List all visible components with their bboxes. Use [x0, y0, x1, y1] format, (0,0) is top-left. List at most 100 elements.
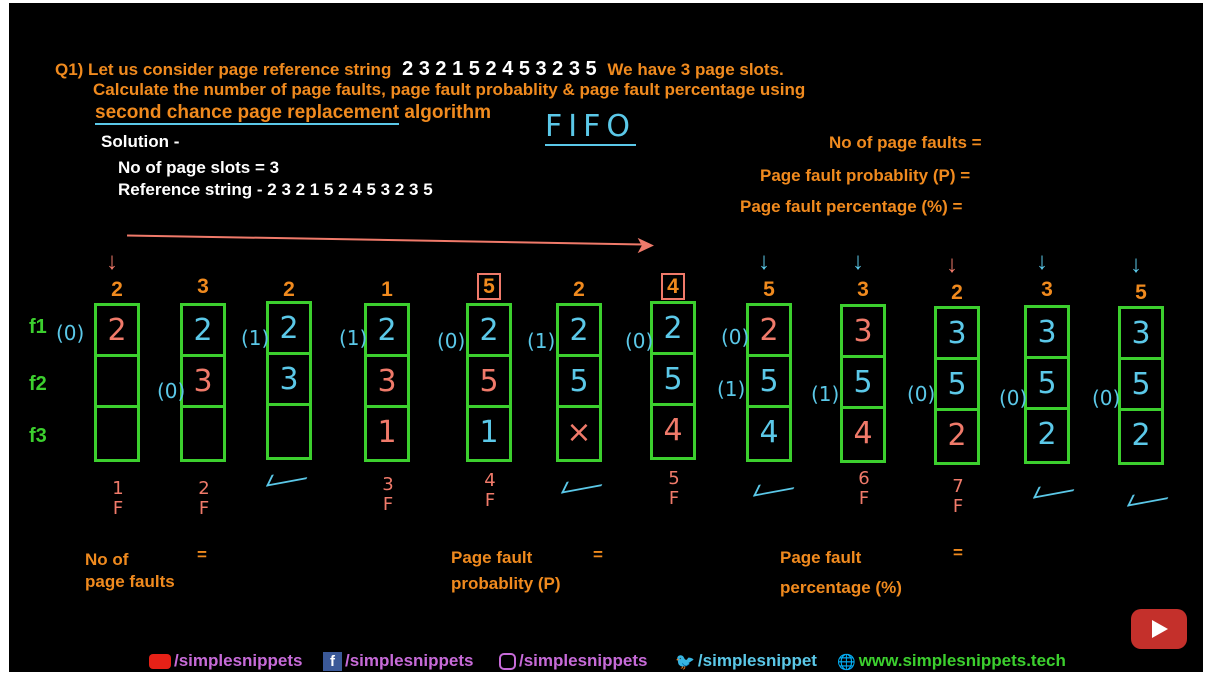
reference-value: 2 — [111, 278, 123, 301]
frame-cell: 3 — [183, 357, 223, 408]
frame-value: 5 — [759, 364, 779, 399]
direction-arrow-line — [127, 234, 647, 246]
frame-cell: 2 — [183, 306, 223, 357]
social-youtube[interactable]: /simplesnippets — [149, 651, 302, 671]
result-percentage-label: Page fault percentage (%) = — [740, 197, 963, 216]
reference-value: 3 — [857, 278, 869, 301]
frame-value: 2 — [1037, 417, 1057, 452]
reference-bit: (0) — [625, 329, 654, 353]
result-faults-label: No of page faults = — [829, 133, 982, 152]
frame-value: 5 — [479, 364, 499, 399]
youtube-play-button[interactable] — [1131, 609, 1187, 649]
pointer-arrow-icon: ↓ — [758, 248, 770, 275]
fault-mark: 2F — [198, 478, 210, 519]
frame-column: 3 5 2 — [934, 306, 980, 465]
reference-value: 2 — [573, 278, 585, 301]
frame-value: 2 — [279, 311, 299, 346]
pointer-arrow-icon: ↓ — [946, 251, 958, 278]
frame-cell: 2 — [653, 304, 693, 355]
facebook-icon: f — [323, 652, 342, 672]
frame-cell: 3 — [937, 309, 977, 360]
fault-mark: 7F — [952, 476, 964, 517]
social-facebook[interactable]: f/simplesnippets — [323, 651, 473, 672]
reference-bit: (0) — [437, 329, 466, 353]
reference-bit: (1) — [811, 382, 840, 406]
social-website[interactable]: 🌐 www.simplesnippets.tech — [837, 651, 1066, 671]
reference-bit: (1) — [717, 377, 746, 401]
hit-check-icon — [1032, 479, 1080, 499]
pointer-arrow-icon: ↓ — [1036, 248, 1048, 275]
reference-value: 2 — [283, 278, 295, 301]
frame-value: 2 — [377, 313, 397, 348]
frame-value: 5 — [663, 362, 683, 397]
fault-mark: 6F — [858, 468, 870, 509]
frame-value: 3 — [1131, 316, 1151, 351]
frame-cell — [183, 408, 223, 459]
frame-value: 3 — [947, 316, 967, 351]
reference-value: 5 — [466, 273, 512, 300]
reference-value: 5 — [1135, 281, 1147, 304]
frame-value: 5 — [853, 365, 873, 400]
frame-cell: 5 — [469, 357, 509, 408]
pointer-arrow-icon: ↓ — [1130, 251, 1142, 278]
frame-column: 2 3 1 — [364, 303, 410, 462]
frame-cell — [97, 357, 137, 408]
fault-mark: 5F — [668, 468, 680, 509]
frame-value: 2 — [947, 418, 967, 453]
frame-value: 2 — [479, 313, 499, 348]
social-instagram[interactable]: /simplesnippets — [499, 651, 647, 671]
frame-cell: 2 — [749, 306, 789, 357]
frame-column: 2 5 1 — [466, 303, 512, 462]
frame-cell: 2 — [559, 306, 599, 357]
frame-cell: 3 — [843, 307, 883, 358]
frame-cell: 2 — [937, 411, 977, 462]
whiteboard: Q1) Let us consider page reference strin… — [9, 3, 1203, 672]
hit-check-icon — [265, 467, 313, 487]
frame-column: 2 5 4 — [650, 301, 696, 460]
frame-cell: 5 — [843, 358, 883, 409]
frame-value: 2 — [663, 311, 683, 346]
frame-label-f2: f2 — [29, 373, 47, 395]
frame-cell: 2 — [1121, 411, 1161, 462]
frame-value: 4 — [663, 413, 683, 448]
frame-cell — [269, 406, 309, 457]
twitter-icon: 🐦 — [675, 653, 695, 671]
frame-value: 5 — [1037, 366, 1057, 401]
reference-value: 2 — [951, 281, 963, 304]
frame-cell: 5 — [1121, 360, 1161, 411]
frame-cell: 2 — [269, 304, 309, 355]
reference-bit: (1) — [339, 326, 368, 350]
reference-value: 1 — [381, 278, 393, 301]
pointer-arrow-icon: ↓ — [852, 248, 864, 275]
reference-bit: (1) — [241, 326, 270, 350]
solution-slots: No of page slots = 3 — [118, 158, 280, 177]
frame-column: 3 5 2 — [1024, 305, 1070, 464]
frame-cell: 2 — [367, 306, 407, 357]
frame-cell: 4 — [843, 409, 883, 460]
frame-cell: 5 — [1027, 359, 1067, 410]
frame-cell: 3 — [1027, 308, 1067, 359]
frame-value: 3 — [279, 362, 299, 397]
reference-value: 5 — [763, 278, 775, 301]
reference-bit: (0) — [721, 325, 750, 349]
frame-cell: × — [559, 408, 599, 459]
frame-column: 23 — [266, 301, 312, 460]
frame-value: 2 — [107, 313, 127, 348]
play-icon — [1152, 620, 1168, 638]
social-twitter[interactable]: 🐦/simplesnippet — [675, 651, 817, 672]
bottom-pct-eq: = — [953, 543, 963, 562]
hit-check-icon — [752, 477, 800, 497]
reference-bit: (1) — [527, 329, 556, 353]
frame-cell: 4 — [653, 406, 693, 457]
frame-value: 2 — [1131, 418, 1151, 453]
frame-value: 3 — [193, 364, 213, 399]
reference-bit: (0) — [56, 321, 85, 345]
globe-icon: 🌐 — [837, 653, 856, 671]
frame-cell — [97, 408, 137, 459]
question-line-3: second chance page replacement algorithm — [95, 102, 491, 125]
reference-bit: (0) — [1092, 386, 1121, 410]
frame-column: 3 5 2 — [1118, 306, 1164, 465]
frame-cell: 1 — [367, 408, 407, 459]
frame-column: 2 5 4 — [746, 303, 792, 462]
solution-heading: Solution - — [101, 132, 180, 151]
